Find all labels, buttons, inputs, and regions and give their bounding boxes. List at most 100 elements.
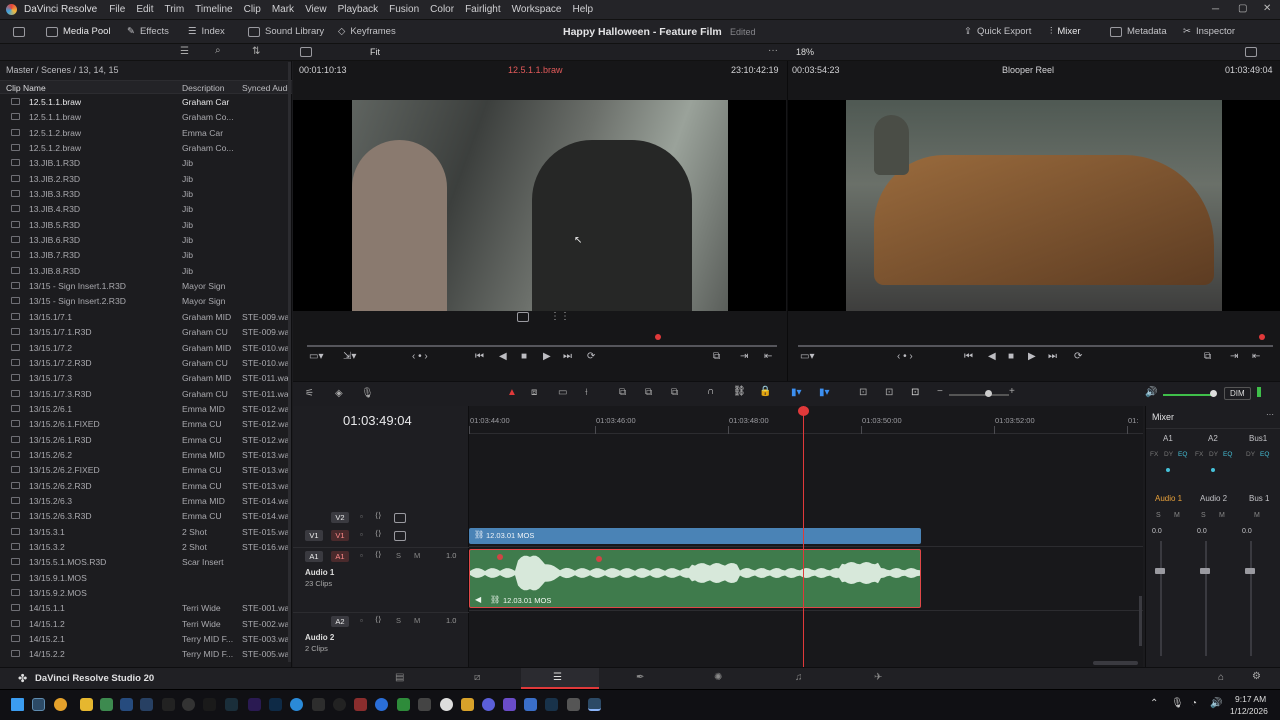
tl-mark-in-icon[interactable]: ⇥ xyxy=(1230,351,1238,362)
timeline-vertical-scrollbar[interactable] xyxy=(1139,596,1142,646)
clip-row[interactable]: 13/15.1/7.2.R3D Graham CU STE-010.wav xyxy=(0,356,292,371)
mixer-a1-solo[interactable]: S xyxy=(1156,512,1161,519)
clip-row[interactable]: 14/15.1.2 Terri Wide STE-002.wav xyxy=(0,617,292,632)
fit-dropdown[interactable]: Fit xyxy=(370,47,380,57)
list-view-icon[interactable]: ☰ xyxy=(180,46,189,57)
column-synced-audio[interactable]: Synced Audio xyxy=(242,83,288,93)
column-description[interactable]: Description xyxy=(182,83,225,93)
app-taskbar-icon[interactable] xyxy=(333,698,346,711)
app-taskbar-icon[interactable] xyxy=(375,698,388,711)
clip-row[interactable]: 13/15.1/7.2 Graham MID STE-010.wav xyxy=(0,341,292,356)
quick-export-button[interactable]: ⇪ Quick Export xyxy=(964,26,1031,37)
match-frame-icon[interactable]: ⇲▾ xyxy=(343,351,356,362)
panel-toggle-icon[interactable] xyxy=(13,27,25,37)
sidebar-scrollbar[interactable] xyxy=(288,62,291,662)
more-options-icon[interactable]: ··· xyxy=(768,45,778,56)
clock-date[interactable]: 1/12/2026 xyxy=(1230,706,1268,716)
a1-fader-knob[interactable] xyxy=(1155,568,1165,574)
loop-icon[interactable]: ⟳ xyxy=(587,351,595,362)
column-clip-name[interactable]: Clip Name xyxy=(6,83,46,93)
deliver-page-icon[interactable]: ✈ xyxy=(874,672,882,683)
mixer-bus1-mute[interactable]: M xyxy=(1254,512,1260,519)
fusion-page-icon[interactable]: ✒ xyxy=(636,672,644,683)
clip-row[interactable]: 13/15.9.2.MOS xyxy=(0,586,292,601)
mark-in-icon[interactable]: ⇥ xyxy=(740,351,748,362)
v2-badge[interactable]: V2 xyxy=(331,512,349,523)
zoom-custom-icon[interactable]: ⊡ xyxy=(911,387,919,398)
minimize-icon[interactable]: ─ xyxy=(1212,4,1219,15)
app-taskbar-icon[interactable] xyxy=(203,698,216,711)
app-taskbar-icon[interactable] xyxy=(162,698,175,711)
clip-row[interactable]: 13/15.3.2 2 Shot STE-016.wav xyxy=(0,540,292,555)
snapping-icon[interactable]: ∩ xyxy=(707,386,714,397)
tl-mark-out-icon[interactable]: ⇤ xyxy=(1252,351,1260,362)
sort-icon[interactable]: ⇅ xyxy=(252,46,260,57)
v1-badge[interactable]: V1 xyxy=(331,530,349,541)
clip-row[interactable]: 13/15.2/6.2.FIXED Emma CU STE-013.wav xyxy=(0,463,292,478)
clip-row[interactable]: 14/15.2.1 Terry MID F... STE-003.wav xyxy=(0,632,292,647)
a1-fx[interactable]: FX xyxy=(1150,451,1158,458)
mark-out-icon[interactable]: ⇤ xyxy=(764,351,772,362)
index-button[interactable]: ☰ Index xyxy=(188,26,225,37)
inspector-button[interactable]: ✂ Inspector xyxy=(1183,26,1235,37)
a1-mute-button[interactable]: M xyxy=(414,551,420,560)
zoom-out-icon[interactable]: − xyxy=(937,386,943,397)
app-taskbar-icon[interactable] xyxy=(312,698,325,711)
v1-visibility-icon[interactable] xyxy=(394,531,406,541)
marker-icon[interactable]: ▮▾ xyxy=(819,387,830,398)
menu-view[interactable]: View xyxy=(305,4,327,15)
clip-row[interactable]: 13/15.2/6.3.R3D Emma CU STE-014.wav xyxy=(0,509,292,524)
insert-clip-icon[interactable]: ⧉ xyxy=(619,387,626,398)
playhead[interactable] xyxy=(803,406,804,667)
mixer-options-icon[interactable]: ··· xyxy=(1266,410,1274,419)
source-playhead-marker[interactable] xyxy=(655,334,661,340)
zoom-full-icon[interactable]: ⊡ xyxy=(859,387,867,398)
tl-view-options-icon[interactable]: ▭▾ xyxy=(800,351,814,362)
effects-button[interactable]: ✎ Effects xyxy=(127,26,169,37)
v1-source-badge[interactable]: V1 xyxy=(305,530,323,541)
clip-row[interactable]: 13/15 - Sign Insert.2.R3D Mayor Sign xyxy=(0,294,292,309)
menu-mark[interactable]: Mark xyxy=(272,4,294,15)
metadata-button[interactable]: Metadata xyxy=(1110,26,1167,37)
tl-play-reverse-icon[interactable]: ◀ xyxy=(988,351,996,362)
audio-clip[interactable]: ◀ ⛓ 12.03.01 MOS xyxy=(469,549,921,608)
tl-insert-icon[interactable]: ⧉ xyxy=(1204,351,1211,362)
explorer-taskbar-icon[interactable] xyxy=(80,698,93,711)
app-taskbar-icon[interactable] xyxy=(120,698,133,711)
menu-clip[interactable]: Clip xyxy=(244,4,261,15)
search-icon[interactable]: ⌕ xyxy=(215,45,221,56)
go-to-end-icon[interactable]: ⏭ xyxy=(563,351,572,362)
fairlight-page-icon[interactable]: ♫ xyxy=(795,672,803,683)
resolve-taskbar-icon[interactable] xyxy=(32,698,45,711)
a1-solo-button[interactable]: S xyxy=(396,551,401,560)
v2-auto-select-icon[interactable]: ⟨⟩ xyxy=(375,511,381,520)
a1-badge[interactable]: A1 xyxy=(331,551,349,562)
clip-row[interactable]: 12.5.1.1.braw Graham Car xyxy=(0,95,292,110)
menu-edit[interactable]: Edit xyxy=(136,4,153,15)
source-clip-name[interactable]: 12.5.1.1.braw xyxy=(508,65,563,75)
audition-taskbar-icon[interactable] xyxy=(225,698,238,711)
current-timecode[interactable]: 01:03:49:04 xyxy=(343,413,412,428)
a2-solo-button[interactable]: S xyxy=(396,616,401,625)
clip-row[interactable]: 13.JIB.6.R3D Jib xyxy=(0,233,292,248)
mixer-a2-mute[interactable]: M xyxy=(1219,512,1225,519)
mixer-button[interactable]: ⫶ Mixer xyxy=(1050,26,1081,37)
clip-row[interactable]: 13.JIB.5.R3D Jib xyxy=(0,218,292,233)
clip-row[interactable]: 13/15.1/7.1 Graham MID STE-009.wav xyxy=(0,310,292,325)
zoom-detail-icon[interactable]: ⊡ xyxy=(885,387,893,398)
photoshop-taskbar-icon[interactable] xyxy=(269,698,282,711)
app-taskbar-icon[interactable] xyxy=(440,698,453,711)
menu-fairlight[interactable]: Fairlight xyxy=(465,4,501,15)
tl-play-icon[interactable]: ▶ xyxy=(1028,351,1036,362)
media-pool-button[interactable]: Media Pool xyxy=(46,26,111,37)
tl-stop-icon[interactable]: ■ xyxy=(1008,351,1014,362)
flag-marker-icon[interactable]: ▮▾ xyxy=(791,387,802,398)
view-options-icon[interactable]: ▭▾ xyxy=(309,351,323,362)
link-icon[interactable]: ⛓ xyxy=(733,386,746,397)
app-taskbar-icon[interactable] xyxy=(100,698,113,711)
clip-row[interactable]: 13/15.2/6.1 Emma MID STE-012.wav xyxy=(0,402,292,417)
clip-row[interactable]: 13/15.1/7.3 Graham MID STE-011.wav xyxy=(0,371,292,386)
timeline-scrub-bar[interactable] xyxy=(798,345,1273,347)
zoom-slider-knob[interactable] xyxy=(985,390,992,397)
a1-eq[interactable]: EQ xyxy=(1178,451,1187,458)
